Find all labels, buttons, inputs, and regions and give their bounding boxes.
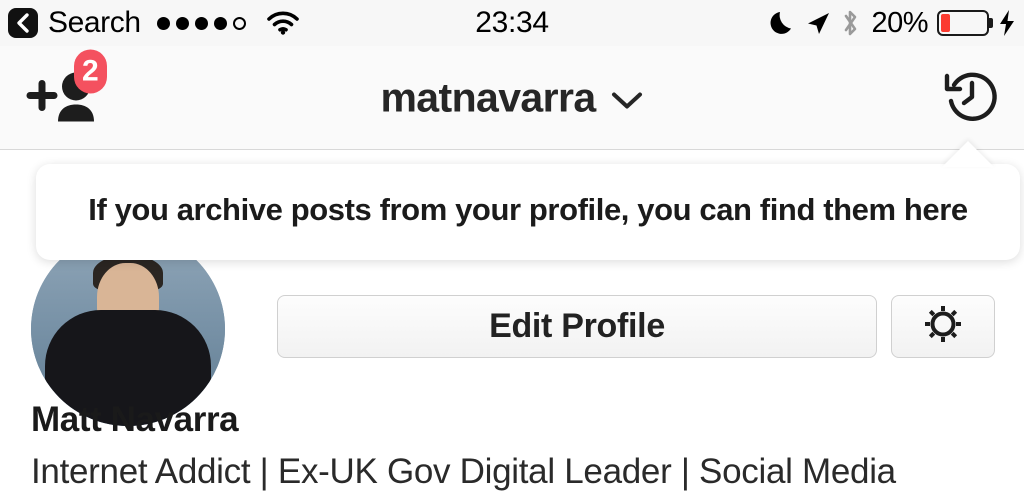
bluetooth-icon: [840, 8, 860, 38]
chevron-down-icon: [610, 90, 644, 112]
status-bar: Search 23:34 20%: [0, 0, 1024, 46]
battery-percent-label: 20%: [871, 6, 928, 39]
history-clock-icon: [941, 65, 1001, 130]
gear-icon: [921, 302, 965, 351]
avatar[interactable]: [31, 232, 225, 426]
battery-icon: [937, 10, 989, 36]
profile-username-dropdown[interactable]: matnavarra: [0, 74, 1024, 121]
profile-full-name: Matt Navarra: [31, 400, 239, 439]
edit-profile-label: Edit Profile: [489, 307, 665, 345]
moon-icon: [770, 9, 796, 37]
settings-button[interactable]: [891, 295, 995, 358]
instagram-profile-screen: Search 23:34 20% 2 matnavarra Edit Profi…: [0, 0, 1024, 501]
tooltip-arrow: [942, 141, 994, 167]
archive-button[interactable]: [940, 67, 1002, 129]
profile-bio: Internet Addict | Ex-UK Gov Digital Lead…: [31, 452, 896, 491]
navigation-bar: 2 matnavarra: [0, 46, 1024, 150]
page-title: matnavarra: [380, 74, 596, 120]
status-bar-right: 20%: [770, 7, 1016, 40]
location-arrow-icon: [805, 10, 831, 36]
battery-fill: [941, 14, 950, 32]
edit-profile-button[interactable]: Edit Profile: [277, 295, 877, 358]
tooltip-message: If you archive posts from your profile, …: [88, 192, 968, 227]
archive-tooltip[interactable]: If you archive posts from your profile, …: [36, 164, 1020, 260]
lightning-bolt-icon: [998, 9, 1016, 37]
